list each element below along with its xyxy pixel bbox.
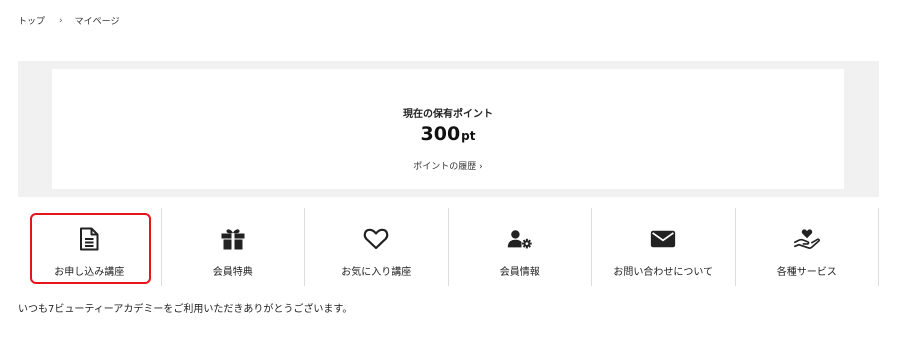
- points-label: 現在の保有ポイント: [403, 109, 493, 120]
- points-value: 300pt: [52, 123, 844, 145]
- menu-item-contact[interactable]: お問い合わせについて: [592, 208, 736, 286]
- menu-item-services[interactable]: 各種サービス: [736, 208, 879, 286]
- hand-heart-icon: [793, 226, 820, 252]
- mypage-menu: お申し込み講座 会員特典 お気に入り講座 会員情報 お問い合わせについて 各種サ…: [18, 208, 879, 286]
- menu-item-member-benefits[interactable]: 会員特典: [162, 208, 305, 286]
- menu-item-applied-courses[interactable]: お申し込み講座: [18, 208, 162, 286]
- menu-item-label: お問い合わせについて: [613, 267, 714, 278]
- user-cog-icon: [507, 226, 533, 252]
- menu-item-label: お気に入り講座: [341, 267, 412, 278]
- envelope-icon: [650, 226, 676, 252]
- points-unit: pt: [461, 129, 476, 143]
- menu-item-favorite-courses[interactable]: お気に入り講座: [305, 208, 449, 286]
- document-icon: [76, 226, 102, 252]
- heart-icon: [363, 226, 389, 252]
- gift-icon: [220, 226, 246, 252]
- mypage: トップ › マイページ 現在の保有ポイント 300pt ポイントの履歴 › お申…: [0, 0, 900, 340]
- breadcrumb-separator: ›: [59, 15, 63, 26]
- welcome-message: いつも7ビューティーアカデミーをご利用いただきありがとうございます。: [18, 304, 353, 315]
- breadcrumb-home-link[interactable]: トップ: [18, 14, 45, 27]
- menu-item-label: 各種サービス: [776, 267, 837, 278]
- menu-item-label: お申し込み講座: [54, 267, 125, 278]
- breadcrumb: トップ › マイページ: [18, 14, 120, 28]
- points-card: 現在の保有ポイント 300pt ポイントの履歴 ›: [52, 69, 844, 189]
- menu-item-member-info[interactable]: 会員情報: [449, 208, 592, 286]
- points-history-link[interactable]: ポイントの履歴 ›: [52, 159, 844, 172]
- menu-item-label: 会員情報: [499, 267, 540, 278]
- menu-item-label: 会員特典: [212, 267, 253, 278]
- breadcrumb-current: マイページ: [74, 17, 120, 27]
- points-number: 300: [420, 123, 461, 145]
- points-panel: 現在の保有ポイント 300pt ポイントの履歴 ›: [18, 61, 879, 197]
